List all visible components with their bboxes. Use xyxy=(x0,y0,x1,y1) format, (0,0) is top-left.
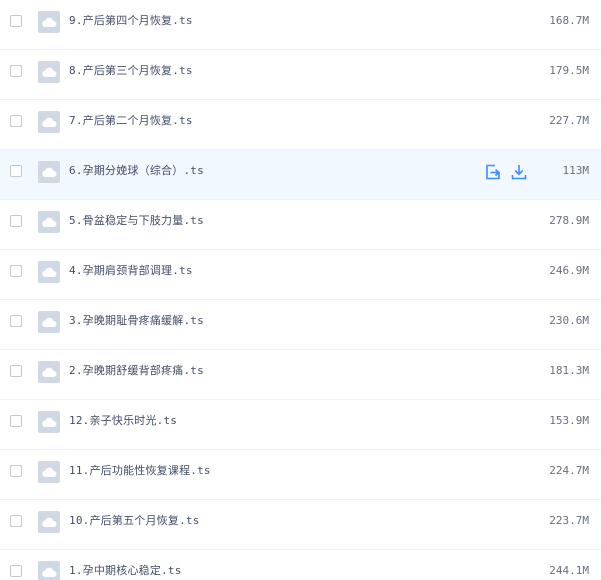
cloud-file-icon xyxy=(38,511,60,533)
file-row[interactable]: 1.孕中期核心稳定.ts 244.1M xyxy=(0,550,601,580)
file-size: 230.6M xyxy=(549,314,589,327)
file-row[interactable]: 10.产后第五个月恢复.ts 223.7M xyxy=(0,500,601,550)
file-name[interactable]: 5.骨盆稳定与下肢力量.ts xyxy=(69,214,204,228)
file-name[interactable]: 8.产后第三个月恢复.ts xyxy=(69,64,193,78)
file-list: 9.产后第四个月恢复.ts 168.7M 8.产后第三个月恢复.ts 179.5… xyxy=(0,0,601,580)
cloud-file-icon xyxy=(38,161,60,183)
file-name[interactable]: 9.产后第四个月恢复.ts xyxy=(69,14,193,28)
cloud-file-icon xyxy=(38,411,60,433)
file-row[interactable]: 12.亲子快乐时光.ts 153.9M xyxy=(0,400,601,450)
row-checkbox[interactable] xyxy=(10,415,22,427)
download-icon[interactable] xyxy=(510,163,528,181)
file-row[interactable]: 6.孕期分娩球（综合）.ts 113M xyxy=(0,150,601,200)
row-checkbox[interactable] xyxy=(10,365,22,377)
row-checkbox[interactable] xyxy=(10,115,22,127)
cloud-file-icon xyxy=(38,211,60,233)
file-size: 223.7M xyxy=(549,514,589,527)
file-name[interactable]: 4.孕期肩颈背部调理.ts xyxy=(69,264,193,278)
cloud-file-icon xyxy=(38,561,60,580)
file-size: 246.9M xyxy=(549,264,589,277)
file-size: 181.3M xyxy=(549,364,589,377)
row-checkbox[interactable] xyxy=(10,215,22,227)
file-row[interactable]: 7.产后第二个月恢复.ts 227.7M xyxy=(0,100,601,150)
file-name[interactable]: 10.产后第五个月恢复.ts xyxy=(69,514,200,528)
row-checkbox[interactable] xyxy=(10,465,22,477)
file-size: 227.7M xyxy=(549,114,589,127)
file-row[interactable]: 9.产后第四个月恢复.ts 168.7M xyxy=(0,0,601,50)
file-size: 168.7M xyxy=(549,14,589,27)
cloud-file-icon xyxy=(38,111,60,133)
file-name[interactable]: 3.孕晚期耻骨疼痛缓解.ts xyxy=(69,314,204,328)
share-icon[interactable] xyxy=(484,163,502,181)
cloud-file-icon xyxy=(38,461,60,483)
cloud-file-icon xyxy=(38,11,60,33)
file-size: 113M xyxy=(562,164,590,177)
file-name[interactable]: 1.孕中期核心稳定.ts xyxy=(69,564,182,578)
file-row[interactable]: 11.产后功能性恢复课程.ts 224.7M xyxy=(0,450,601,500)
file-size: 179.5M xyxy=(549,64,589,77)
row-checkbox[interactable] xyxy=(10,515,22,527)
file-name[interactable]: 11.产后功能性恢复课程.ts xyxy=(69,464,211,478)
row-checkbox[interactable] xyxy=(10,315,22,327)
file-size: 224.7M xyxy=(549,464,589,477)
file-name[interactable]: 7.产后第二个月恢复.ts xyxy=(69,114,193,128)
cloud-file-icon xyxy=(38,61,60,83)
file-row[interactable]: 2.孕晚期舒缓背部疼痛.ts 181.3M xyxy=(0,350,601,400)
file-row[interactable]: 5.骨盆稳定与下肢力量.ts 278.9M xyxy=(0,200,601,250)
cloud-file-icon xyxy=(38,261,60,283)
file-name[interactable]: 6.孕期分娩球（综合）.ts xyxy=(69,164,204,178)
row-checkbox[interactable] xyxy=(10,15,22,27)
cloud-file-icon xyxy=(38,311,60,333)
file-name[interactable]: 2.孕晚期舒缓背部疼痛.ts xyxy=(69,364,204,378)
file-size: 153.9M xyxy=(549,414,589,427)
file-name[interactable]: 12.亲子快乐时光.ts xyxy=(69,414,177,428)
file-row[interactable]: 8.产后第三个月恢复.ts 179.5M xyxy=(0,50,601,100)
row-checkbox[interactable] xyxy=(10,265,22,277)
file-size: 244.1M xyxy=(549,564,589,577)
row-checkbox[interactable] xyxy=(10,565,22,577)
file-size: 278.9M xyxy=(549,214,589,227)
cloud-file-icon xyxy=(38,361,60,383)
row-checkbox[interactable] xyxy=(10,65,22,77)
row-checkbox[interactable] xyxy=(10,165,22,177)
file-row[interactable]: 4.孕期肩颈背部调理.ts 246.9M xyxy=(0,250,601,300)
file-row[interactable]: 3.孕晚期耻骨疼痛缓解.ts 230.6M xyxy=(0,300,601,350)
